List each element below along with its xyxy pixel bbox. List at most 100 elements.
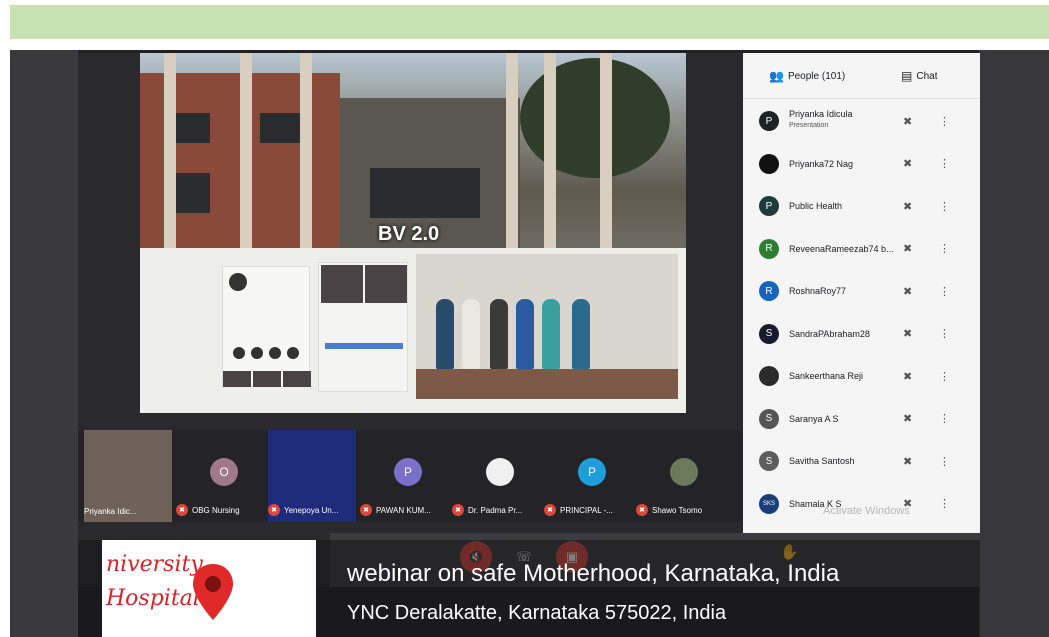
page-banner [325,343,403,349]
tree-trunk [240,53,252,248]
post-thumbnail [223,371,251,387]
tile-avatar: P [578,458,606,486]
profile-avatar [229,273,247,291]
tile-label: ✖ Shawo Tsomo [636,504,702,516]
tile-name: PRINCIPAL -... [560,505,613,515]
meeting-screen: BV 2.0 👥 People (101) ▤ Chat P Priyanka … [78,53,980,587]
participant-row[interactable]: P Public Health ✖ ⋮ [743,186,980,226]
slide-title: BV 2.0 [378,223,440,245]
more-options-icon[interactable]: ⋮ [939,157,950,170]
participant-tile[interactable]: ✖ Dr. Padma Pr... [452,430,540,522]
more-options-icon[interactable]: ⋮ [939,497,950,510]
people-icon: 👥 [769,69,784,83]
muted-mic-icon: ✖ [452,504,464,516]
more-options-icon[interactable]: ⋮ [939,285,950,298]
tree-trunk [164,53,176,248]
more-options-icon[interactable]: ⋮ [939,200,950,213]
more-options-icon[interactable]: ⋮ [939,327,950,340]
tile-label: ✖ Dr. Padma Pr... [452,504,522,516]
participants-panel: 👥 People (101) ▤ Chat P Priyanka Idicula P… [743,53,980,587]
participant-name: Sankeerthana Reji [789,371,864,381]
person [572,299,590,369]
highlight-icon [269,347,281,359]
page-photo [321,265,363,303]
muted-mic-icon: ✖ [544,504,556,516]
building-window [370,168,480,218]
more-options-icon[interactable]: ⋮ [939,412,950,425]
participant-avatar: P [759,111,779,131]
participant-row[interactable]: SKS Shamala K S ✖ ⋮ [743,484,980,524]
tree-trunk [544,53,556,248]
tile-avatar [486,458,514,486]
participant-name: RoshnaRoy77 [789,286,847,296]
stage-floor [416,369,678,399]
more-options-icon[interactable]: ⋮ [939,370,950,383]
participant-name: Savitha Santosh [789,456,855,466]
mic-muted-icon: ✖ [903,328,913,340]
participant-row[interactable]: Sankeerthana Reji ✖ ⋮ [743,356,980,396]
participant-avatar: S [759,451,779,471]
participant-tile[interactable]: ✖ Yenepoya Un... [268,430,356,522]
participant-row[interactable]: S Savitha Santosh ✖ ⋮ [743,441,980,481]
participant-row[interactable]: R ReveenaRameezab74 b... ✖ ⋮ [743,229,980,269]
tile-name: Yenepoya Un... [284,505,339,515]
participant-tile[interactable]: P ✖ PRINCIPAL -... [544,430,632,522]
participant-row[interactable]: P Priyanka Idicula Presentation ✖ ⋮ [743,101,980,141]
building-window [260,113,300,143]
location-title: webinar on safe Motherhood, Karnataka, I… [347,560,840,587]
building-window [170,113,210,143]
participant-avatar: S [759,323,779,344]
muted-mic-icon: ✖ [268,504,280,516]
tab-chat[interactable]: ▤ Chat [901,69,937,83]
more-options-icon[interactable]: ⋮ [939,242,950,255]
more-options-icon[interactable]: ⋮ [939,115,950,128]
page-photo [365,265,407,303]
highlight-icon [287,347,299,359]
chat-icon: ▤ [901,69,913,83]
tree-trunk [506,53,518,248]
mic-muted-icon: ✖ [903,413,913,425]
mic-muted-icon: ✖ [903,370,913,383]
tile-label: ✖ Yenepoya Un... [268,504,338,516]
panel-header: 👥 People (101) ▤ Chat [743,53,980,99]
location-address: YNC Deralakatte, Karnataka 575022, India [347,602,727,624]
participant-tile[interactable]: P ✖ PAWAN KUM... [360,430,448,522]
tile-name: Dr. Padma Pr... [468,505,523,515]
room-wall-right [979,50,1049,637]
muted-mic-icon: ✖ [360,504,372,516]
participant-tile[interactable]: ✖ Shawo Tsomo [636,430,724,522]
muted-mic-icon: ✖ [176,504,188,516]
participant-tile[interactable]: Priyanka Idic... [84,430,172,522]
participant-name: Saranya A S [789,413,839,424]
person [462,299,480,369]
mic-muted-icon: ✖ [903,115,913,128]
tab-chat-label: Chat [916,70,938,82]
person [436,299,454,369]
person [516,299,534,369]
participant-avatar: P [759,196,779,216]
participant-row[interactable]: S Saranya A S ✖ ⋮ [743,399,980,439]
muted-mic-icon: ✖ [636,504,648,516]
participant-name: ReveenaRameezab74 b... [789,243,894,254]
map-pin-icon [193,564,233,620]
tile-label: ✖ PRINCIPAL -... [544,504,613,516]
highlight-icon [233,347,245,359]
person [542,299,560,369]
participant-row[interactable]: Priyanka72 Nag ✖ ⋮ [743,144,980,184]
participant-row[interactable]: R RoshnaRoy77 ✖ ⋮ [743,271,980,311]
participant-avatar: S [759,408,779,429]
tile-avatar [670,458,698,486]
participant-avatar: SKS [759,493,779,514]
participant-tile[interactable]: O ✖ OBG Nursing [176,430,264,522]
participant-row[interactable]: S SandraPAbraham28 ✖ ⋮ [743,314,980,354]
mic-muted-icon: ✖ [903,455,913,468]
tree-foliage [520,58,670,178]
building-window [170,173,210,213]
participant-name: SandraPAbraham28 [789,328,870,339]
more-options-icon[interactable]: ⋮ [939,455,950,468]
tree-trunk [300,53,312,248]
mic-muted-icon: ✖ [903,285,913,298]
tile-name: Priyanka Idic... [84,507,137,516]
tile-name: Shawo Tsomo [652,505,703,515]
tab-people[interactable]: 👥 People (101) [769,69,845,83]
